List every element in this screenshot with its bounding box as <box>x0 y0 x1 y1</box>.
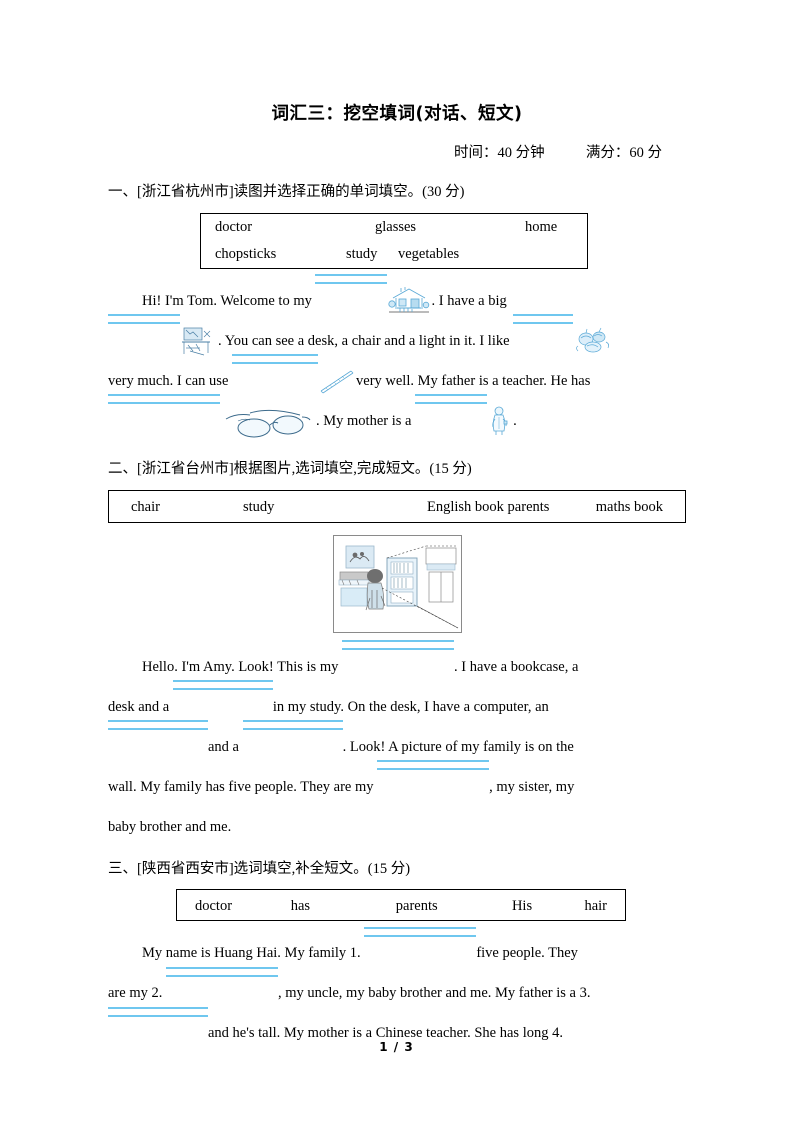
section-2-passage: Hello. I'm Amy. Look! This is my . I hav… <box>108 640 686 847</box>
document-page: 词汇三：挖空填词(对话、短文) 时间：40 分钟 满分：60 分 一、[浙江省杭… <box>0 0 793 1122</box>
answer-blank[interactable] <box>172 680 273 711</box>
passage-paragraph: Hi! I'm Tom. Welcome to my . I have a bi… <box>108 274 686 321</box>
passage-text: baby brother and me. <box>108 818 232 835</box>
answer-blank[interactable] <box>315 274 388 305</box>
answer-blank[interactable] <box>232 354 319 385</box>
wordbank-word: study <box>346 245 378 262</box>
passage-text: Hi! I'm Tom. Welcome to my <box>142 292 312 309</box>
blank-with-glasses-picture <box>108 394 316 441</box>
wordbank-word: His <box>511 897 533 914</box>
wordbank-word: glasses <box>375 218 417 235</box>
section-1-passage: Hi! I'm Tom. Welcome to my . I have a bi… <box>108 274 686 441</box>
wordbank-word: parents <box>395 897 438 914</box>
wordbank-word: doctor <box>195 897 233 914</box>
passage-text: Hello. I'm Amy. Look! This is my <box>142 658 339 675</box>
doctor-icon <box>487 405 513 437</box>
answer-blank[interactable] <box>108 720 208 751</box>
wordbank-word: home <box>525 218 558 235</box>
passage-text: five people. They <box>476 945 578 962</box>
passage-text: very well. My father is a teacher. He ha… <box>356 372 591 389</box>
wordbank-word: English book parents <box>427 498 550 515</box>
time-label: 时间：40 分钟 <box>454 145 545 161</box>
answer-blank[interactable] <box>377 760 490 791</box>
blank-with-chopsticks-picture <box>232 354 356 401</box>
exam-meta: 时间：40 分钟 满分：60 分 <box>108 141 686 162</box>
passage-text: . Look! A picture of my family is on the <box>342 738 574 755</box>
passage-paragraph: baby brother and me. <box>108 807 686 847</box>
passage-text: wall. My family has five people. They ar… <box>108 778 374 795</box>
wordbank-row: chopsticks study vegetables <box>201 241 587 268</box>
passage-paragraph: wall. My family has five people. They ar… <box>108 760 686 807</box>
answer-blank[interactable] <box>108 1007 208 1038</box>
answer-blank[interactable] <box>108 394 220 425</box>
wordbank-word: chair <box>131 498 160 515</box>
section-2-wordbank: chair study English book parents maths b… <box>108 489 686 524</box>
passage-text: , my sister, my <box>489 778 575 795</box>
passage-text: . My mother is a <box>316 412 412 429</box>
answer-blank[interactable] <box>242 720 343 751</box>
wordbank-row: doctor has parents His hair <box>177 890 625 922</box>
section-1-heading: 一、[浙江省杭州市]读图并选择正确的单词填空。(30 分) <box>108 184 465 200</box>
answer-blank[interactable] <box>341 640 454 671</box>
page-content: 词汇三：挖空填词(对话、短文) 时间：40 分钟 满分：60 分 一、[浙江省杭… <box>108 100 686 1053</box>
answer-blank[interactable] <box>513 314 574 345</box>
passage-text: , my uncle, my baby brother and me. My f… <box>277 985 591 1002</box>
wordbank-row: doctor glasses home <box>201 214 587 241</box>
answer-blank[interactable] <box>364 927 477 958</box>
study-room-icon <box>180 325 218 357</box>
wordbank-word: vegetables <box>398 245 460 262</box>
section-2-figure <box>332 534 462 633</box>
passage-text: in my study. On the desk, I have a compu… <box>272 698 549 715</box>
answer-blank[interactable] <box>165 967 278 998</box>
wordbank-word: has <box>290 897 311 914</box>
passage-text: My name is Huang Hai. My family 1. <box>142 945 361 962</box>
blank-with-vegetables-picture <box>513 314 615 361</box>
section-1-wordbank: doctor glasses home chopsticks study veg… <box>200 212 588 269</box>
wordbank-word: study <box>243 498 275 515</box>
section-2-heading: 二、[浙江省台州市]根据图片,选词填空,完成短文。(15 分) <box>108 460 472 477</box>
blank-with-house-picture <box>315 274 431 321</box>
passage-text: and he's tall. My mother is a Chinese te… <box>208 1025 563 1042</box>
chopsticks-icon <box>318 367 356 395</box>
passage-text: are my 2. <box>108 985 163 1002</box>
section-3-passage: My name is Huang Hai. My family 1. five … <box>108 927 686 1053</box>
section-3-heading: 三、[陕西省西安市]选词填空,补全短文。(15 分) <box>108 860 411 877</box>
blank-with-study-picture <box>108 314 218 361</box>
passage-text: . I have a big <box>431 292 507 309</box>
answer-blank[interactable] <box>415 394 488 425</box>
passage-paragraph: . My mother is a . <box>108 394 686 441</box>
passage-text: and a <box>208 738 239 755</box>
wordbank-word: hair <box>584 897 607 914</box>
score-label: 满分：60 分 <box>585 145 662 161</box>
vegetables-icon <box>573 326 615 356</box>
glasses-icon <box>220 403 316 439</box>
answer-blank[interactable] <box>108 314 180 345</box>
passage-text: . <box>513 412 517 429</box>
house-icon <box>387 286 431 316</box>
wordbank-word: doctor <box>215 218 253 235</box>
page-footer: 1 / 3 <box>379 1040 414 1054</box>
passage-paragraph: . You can see a desk, a chair and a ligh… <box>108 314 686 361</box>
passage-text: desk and a <box>108 698 170 715</box>
wordbank-word: maths book <box>595 498 663 515</box>
passage-text: . I have a bookcase, a <box>453 658 579 675</box>
wordbank-row: chair study English book parents maths b… <box>109 491 685 524</box>
passage-text: very much. I can use <box>108 372 229 389</box>
page-title: 词汇三：挖空填词(对话、短文) <box>271 104 523 124</box>
blank-with-doctor-picture <box>415 394 513 441</box>
passage-text: . You can see a desk, a chair and a ligh… <box>218 332 510 349</box>
wordbank-word: chopsticks <box>215 245 277 262</box>
section-3-wordbank: doctor has parents His hair <box>176 889 626 922</box>
